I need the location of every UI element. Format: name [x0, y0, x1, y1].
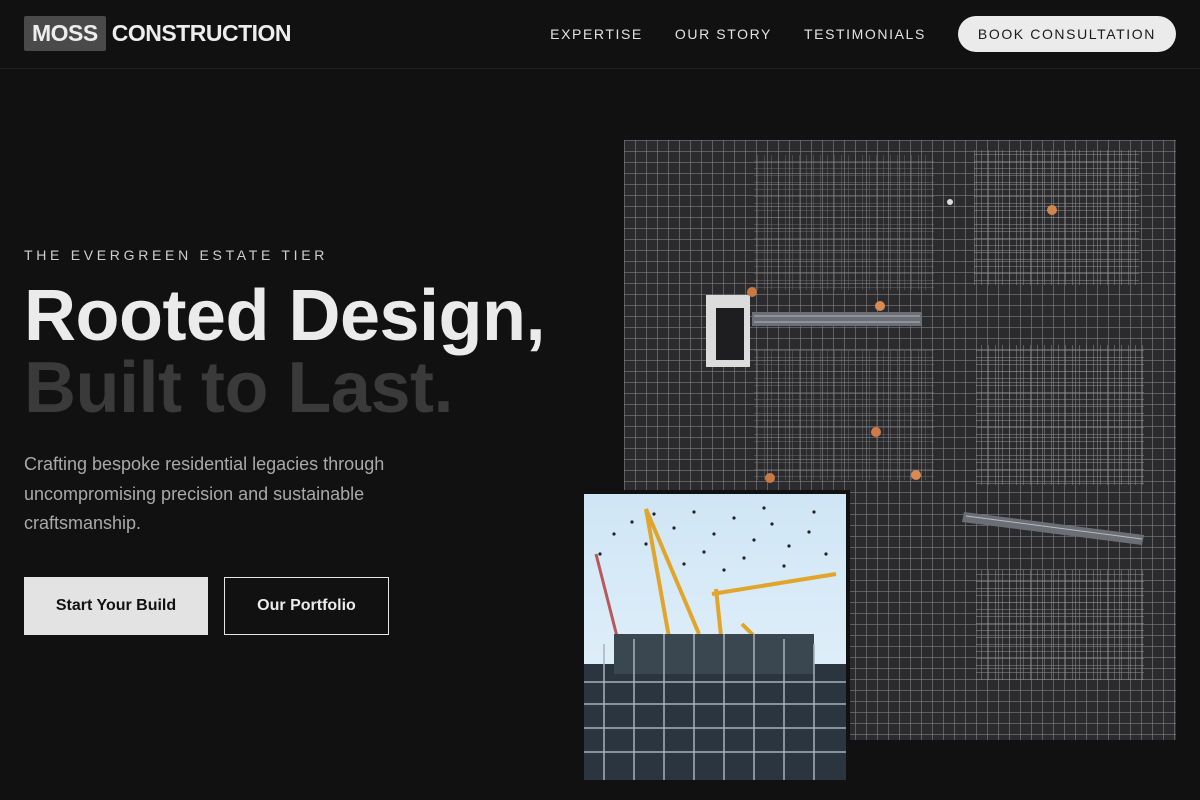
crane-image-frame	[580, 490, 850, 784]
nav-link-testimonials[interactable]: TESTIMONIALS	[804, 26, 926, 42]
start-build-button[interactable]: Start Your Build	[24, 577, 208, 635]
logo-wordmark: CONSTRUCTION	[111, 20, 292, 46]
portfolio-button[interactable]: Our Portfolio	[224, 577, 389, 635]
nav-link-our-story[interactable]: OUR STORY	[675, 26, 772, 42]
book-consultation-button[interactable]: BOOK CONSULTATION	[957, 16, 1176, 52]
nav-link-expertise[interactable]: EXPERTISE	[550, 26, 643, 42]
hero-eyebrow: THE EVERGREEN ESTATE TIER	[24, 247, 329, 263]
hero-title: Rooted Design, Built to Last.	[24, 276, 546, 428]
hero-title-line-1: Rooted Design,	[24, 276, 546, 356]
hero-description: Crafting bespoke residential legacies th…	[24, 454, 385, 533]
site-header: MOSS CONSTRUCTION EXPERTISE OUR STORY TE…	[0, 0, 1200, 69]
logo[interactable]: MOSS CONSTRUCTION	[24, 16, 292, 51]
crane-construction-image	[584, 494, 846, 780]
crane-illustration	[584, 494, 846, 780]
logo-mark: MOSS	[24, 16, 106, 51]
hero-title-line-2: Built to Last.	[24, 348, 453, 428]
main-nav: EXPERTISE OUR STORY TESTIMONIALS BOOK CO…	[550, 16, 1176, 52]
